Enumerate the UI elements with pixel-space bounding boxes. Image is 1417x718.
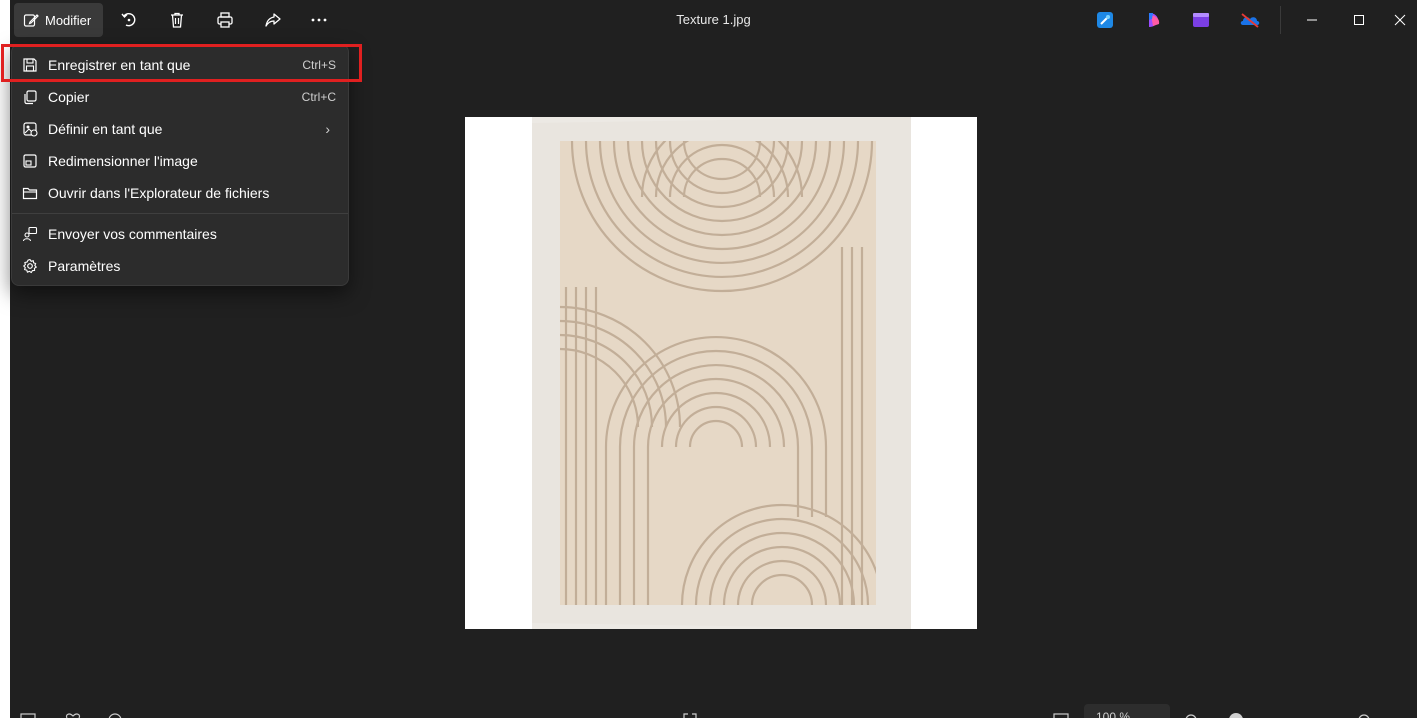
rug-texture-image [532, 117, 911, 629]
rotate-icon[interactable] [117, 8, 141, 32]
minimize-icon [1307, 19, 1317, 21]
copy-icon [20, 87, 40, 107]
zoom-out-icon[interactable] [1183, 710, 1199, 718]
info-icon[interactable] [107, 710, 123, 718]
menu-item-label: Paramètres [48, 258, 121, 274]
left-edge-strip [0, 0, 10, 718]
close-icon [1394, 14, 1405, 26]
menu-item-label: Copier [48, 89, 90, 105]
menu-item-feedback[interactable]: Envoyer vos commentaires [16, 219, 344, 249]
copilot-app-icon[interactable] [1144, 10, 1164, 30]
toolbar-divider [1280, 6, 1281, 34]
filmstrip-icon[interactable] [20, 710, 36, 718]
menu-item-label: Redimensionner l'image [48, 153, 198, 169]
onedrive-icon[interactable] [1239, 10, 1260, 30]
title-bar: Modifier Texture 1.jpg [10, 0, 1417, 40]
folder-icon [20, 183, 40, 203]
favorite-icon[interactable] [65, 710, 81, 718]
minimize-button[interactable] [1289, 4, 1335, 36]
modifier-button[interactable]: Modifier [14, 3, 103, 37]
chevron-right-icon: › [325, 121, 330, 137]
status-bar: 100 % [10, 700, 1417, 718]
menu-item-set-as[interactable]: Définir en tant que › [16, 114, 344, 144]
menu-item-label: Envoyer vos commentaires [48, 226, 217, 242]
close-button[interactable] [1382, 4, 1417, 36]
designer-app-icon[interactable] [1095, 10, 1115, 30]
clipchamp-app-icon[interactable] [1191, 10, 1211, 30]
menu-item-copy[interactable]: Copier Ctrl+C [16, 82, 344, 112]
menu-divider [12, 213, 348, 214]
actual-size-icon[interactable] [1053, 710, 1069, 718]
more-icon[interactable] [307, 8, 331, 32]
menu-item-save-as[interactable]: Enregistrer en tant que Ctrl+S [16, 50, 344, 80]
settings-icon [20, 256, 40, 276]
zoom-slider-thumb[interactable] [1228, 710, 1244, 718]
fit-screen-icon[interactable] [682, 710, 698, 718]
edit-icon [23, 14, 39, 27]
feedback-icon [20, 224, 40, 244]
menu-item-label: Ouvrir dans l'Explorateur de fichiers [48, 185, 270, 201]
save-icon [20, 55, 40, 75]
more-options-menu: Enregistrer en tant que Ctrl+S Copier Ct… [11, 44, 349, 286]
maximize-button[interactable] [1336, 4, 1382, 36]
zoom-in-icon[interactable] [1356, 710, 1372, 718]
maximize-icon [1354, 15, 1364, 25]
share-icon[interactable] [261, 8, 285, 32]
menu-item-shortcut: Ctrl+C [301, 90, 336, 104]
resize-icon [20, 151, 40, 171]
zoom-level-value: 100 % [1096, 710, 1131, 718]
delete-icon[interactable] [165, 8, 189, 32]
modifier-label: Modifier [45, 12, 92, 28]
menu-item-settings[interactable]: Paramètres [16, 251, 344, 281]
photos-app-window: Modifier Texture 1.jpg Enregistrer en ta… [0, 0, 1417, 718]
menu-item-open-explorer[interactable]: Ouvrir dans l'Explorateur de fichiers [16, 178, 344, 208]
photo[interactable] [465, 117, 977, 629]
zoom-level-field[interactable]: 100 % [1084, 704, 1170, 718]
menu-item-shortcut: Ctrl+S [302, 58, 336, 72]
set-as-icon [20, 119, 40, 139]
menu-item-resize[interactable]: Redimensionner l'image [16, 146, 344, 176]
print-icon[interactable] [213, 8, 237, 32]
menu-item-label: Enregistrer en tant que [48, 57, 191, 73]
menu-item-label: Définir en tant que [48, 121, 163, 137]
